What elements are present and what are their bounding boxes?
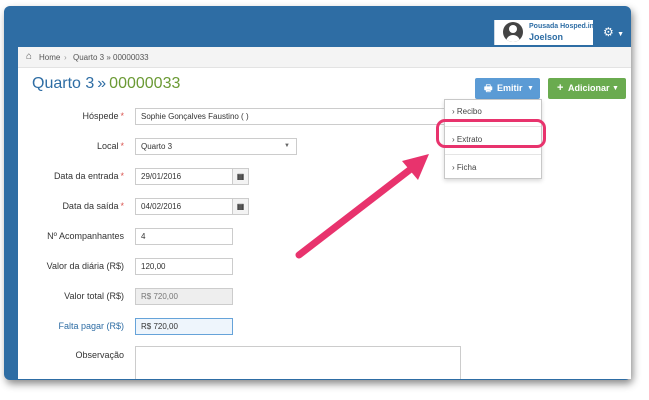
app-screen: Pousada Hosped.in Joelson ⚙ ▼ ⌂ Home › Q… bbox=[18, 20, 631, 379]
annotation-arrow bbox=[295, 154, 429, 259]
browser-frame: Pousada Hosped.in Joelson ⚙ ▼ ⌂ Home › Q… bbox=[4, 6, 631, 380]
